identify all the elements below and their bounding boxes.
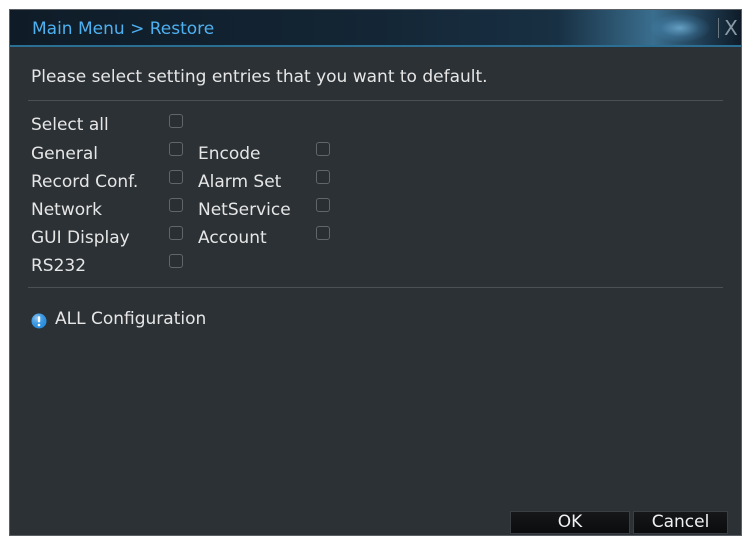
select-all-label: Select all xyxy=(31,115,109,135)
alarm-set-checkbox[interactable] xyxy=(316,170,330,184)
info-icon xyxy=(31,313,47,328)
restore-dialog: Main Menu > Restore X Please select sett… xyxy=(9,9,742,536)
account-checkbox[interactable] xyxy=(316,226,330,240)
alarm-set-label: Alarm Set xyxy=(198,172,282,192)
gui-display-label: GUI Display xyxy=(31,228,130,248)
select-all-checkbox[interactable] xyxy=(169,114,183,128)
network-label: Network xyxy=(31,200,102,220)
record-conf-label: Record Conf. xyxy=(31,172,139,192)
rs232-checkbox[interactable] xyxy=(169,254,183,268)
netservice-checkbox[interactable] xyxy=(316,198,330,212)
title-separator xyxy=(718,18,719,38)
middle-divider xyxy=(28,287,723,288)
account-label: Account xyxy=(198,228,267,248)
info-text: ALL Configuration xyxy=(55,309,207,329)
cancel-button[interactable]: Cancel xyxy=(633,511,728,534)
rs232-label: RS232 xyxy=(31,256,87,276)
network-checkbox[interactable] xyxy=(169,198,183,212)
info-message: ALL Configuration xyxy=(31,309,206,329)
encode-label: Encode xyxy=(198,144,261,164)
title-glow-decoration xyxy=(650,14,710,42)
instruction-text: Please select setting entries that you w… xyxy=(31,67,488,87)
encode-checkbox[interactable] xyxy=(316,142,330,156)
title-bar: Main Menu > Restore X xyxy=(10,10,741,47)
window-title: Main Menu > Restore xyxy=(32,19,215,39)
close-button[interactable]: X xyxy=(722,15,740,41)
general-checkbox[interactable] xyxy=(169,142,183,156)
gui-display-checkbox[interactable] xyxy=(169,226,183,240)
ok-button[interactable]: OK xyxy=(510,511,630,534)
record-conf-checkbox[interactable] xyxy=(169,170,183,184)
close-icon: X xyxy=(724,16,738,40)
top-divider xyxy=(28,100,723,101)
netservice-label: NetService xyxy=(198,200,291,220)
general-label: General xyxy=(31,144,98,164)
